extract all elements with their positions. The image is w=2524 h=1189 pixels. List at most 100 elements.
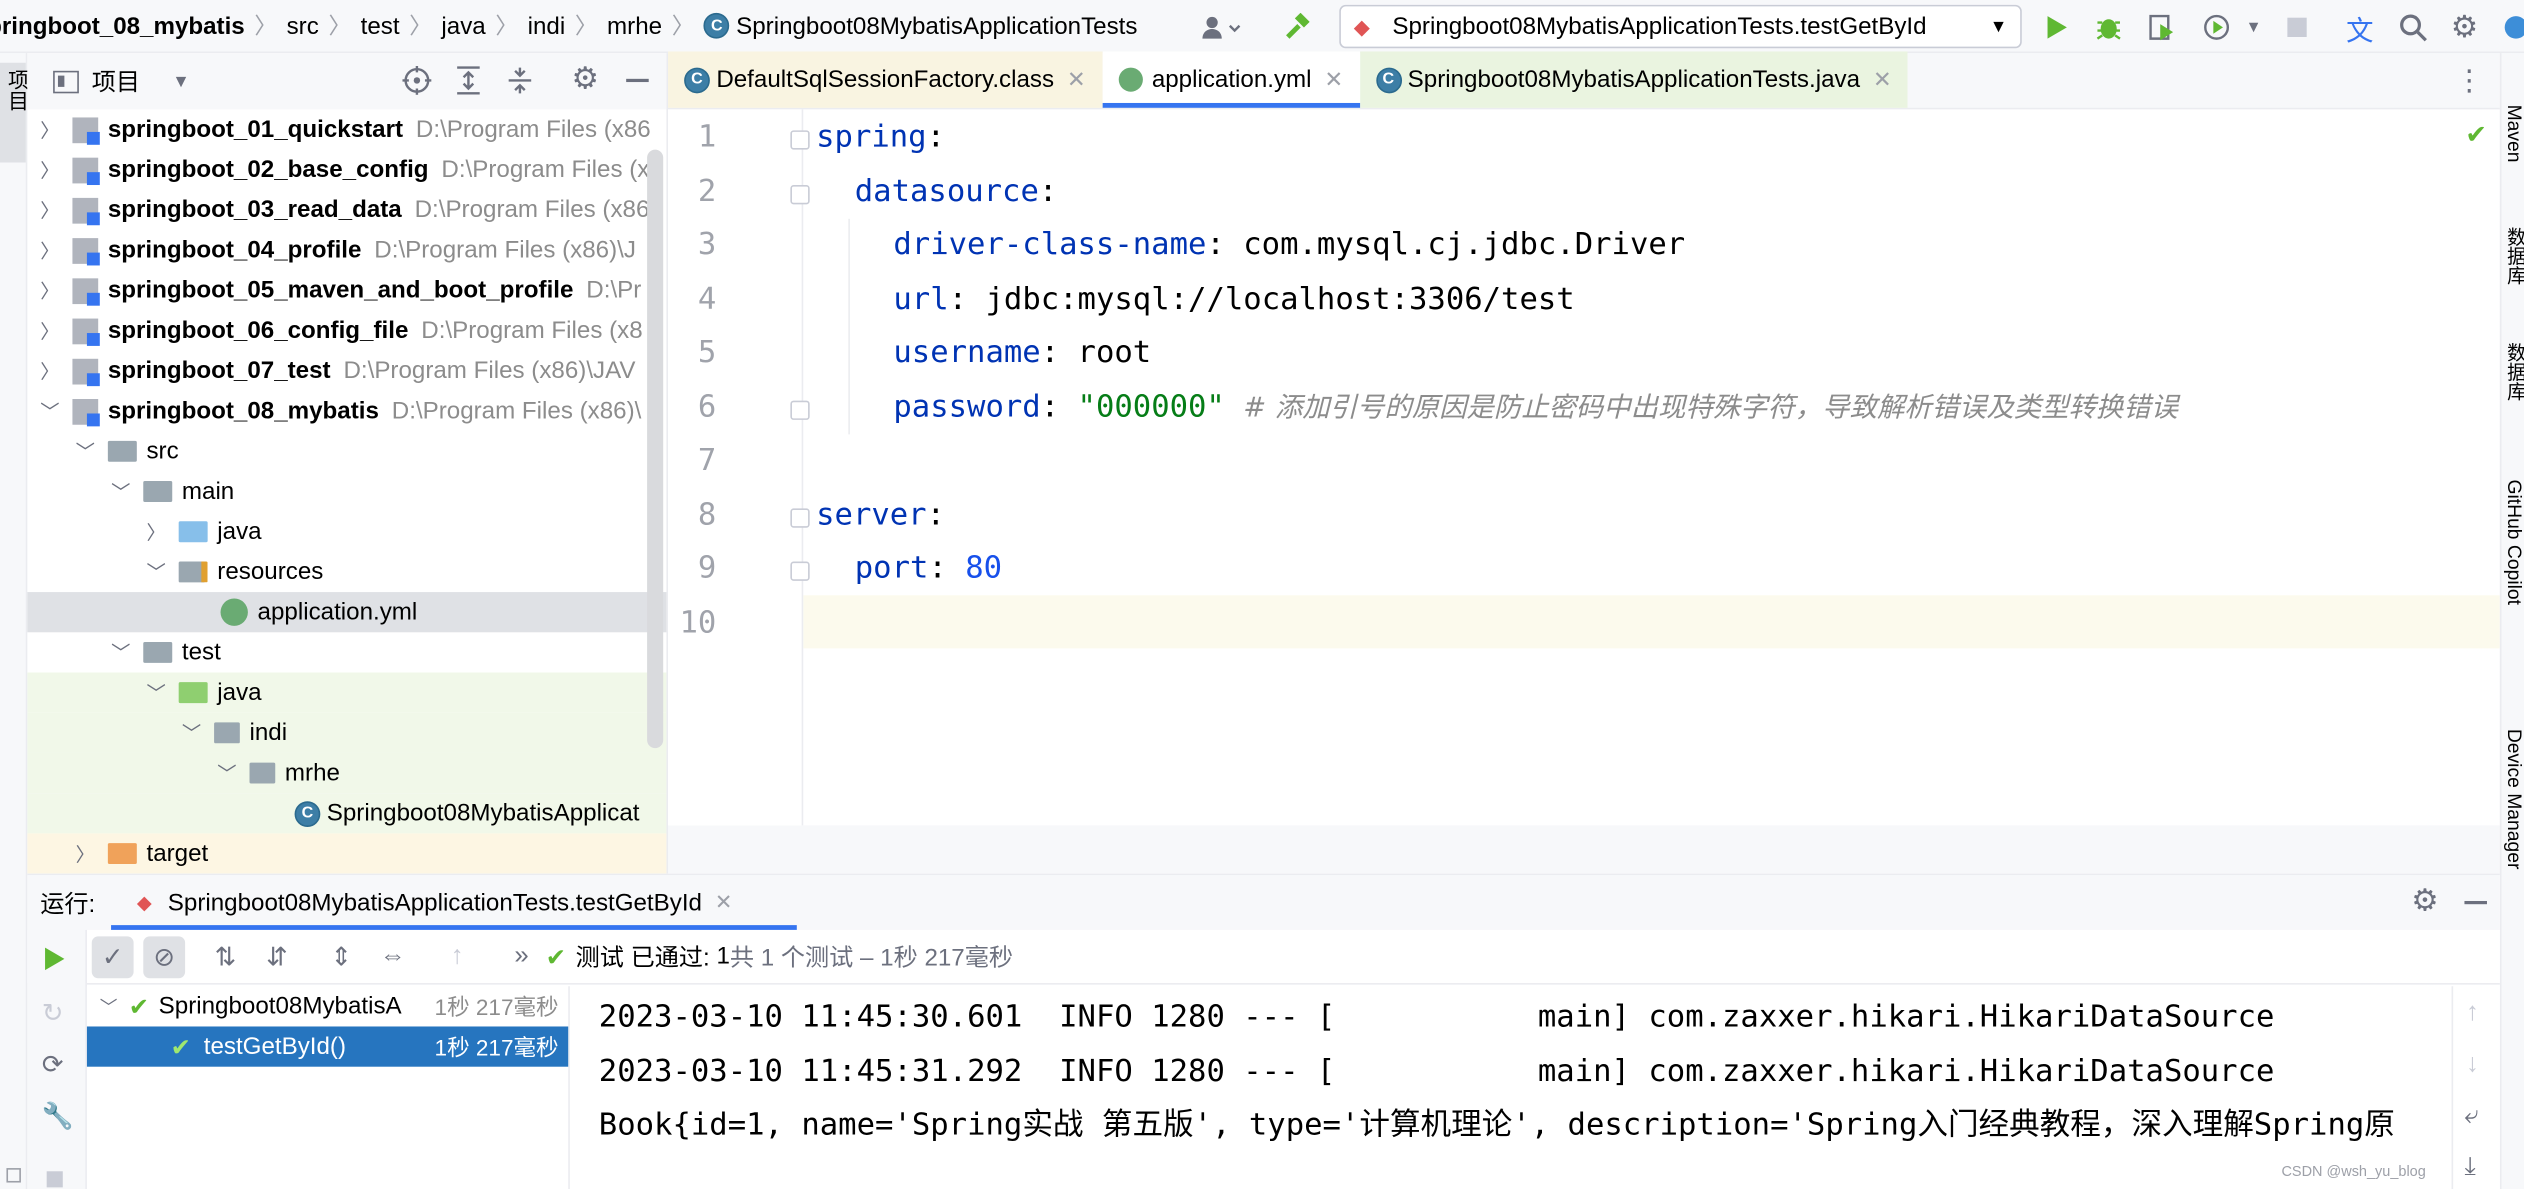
settings-gear-icon[interactable]: ⚙ <box>571 61 598 98</box>
close-icon[interactable]: ✕ <box>1873 66 1892 93</box>
chevron-right-icon[interactable]: 〉 <box>40 116 59 143</box>
run-tab[interactable]: ◆ Springboot08MybatisApplicationTests.te… <box>111 875 797 930</box>
sort-by-duration-icon[interactable]: ⇵ <box>256 936 298 978</box>
tab-application-tests-java[interactable]: C Springboot08MybatisApplicationTests.ja… <box>1359 51 1908 108</box>
coverage-icon[interactable] <box>2146 11 2178 43</box>
close-icon[interactable]: ✕ <box>715 890 733 916</box>
chevron-down-icon[interactable]: ﹀ <box>182 719 201 746</box>
chevron-down-icon[interactable]: ﹀ <box>111 478 130 505</box>
project-panel-title[interactable]: 项目 <box>92 64 140 98</box>
close-icon[interactable]: ✕ <box>1324 66 1343 93</box>
chevron-right-icon[interactable]: 〉 <box>40 357 59 384</box>
tree-module-row[interactable]: 〉 springboot_03_read_data D:\Program Files… <box>27 190 666 230</box>
profiler-icon[interactable] <box>2200 11 2232 43</box>
tree-folder-target[interactable]: 〉 target <box>27 833 667 874</box>
more-tabs-icon[interactable]: ⋮ <box>2455 64 2484 98</box>
scroll-to-end-icon[interactable]: ⤓ <box>2464 1154 2475 1183</box>
tree-module-row[interactable]: 〉 springboot_05_maven_and_boot_profile D:\… <box>27 270 666 310</box>
tool-window-icon[interactable] <box>6 1168 21 1183</box>
tab-application-yml[interactable]: application.yml ✕ <box>1101 51 1360 108</box>
tree-module-row[interactable]: 〉 springboot_04_profile D:\Program Files (… <box>27 230 666 270</box>
chevron-down-icon[interactable]: ﹀ <box>100 993 123 1019</box>
sort-alphabetically-icon[interactable]: ⇅ <box>204 936 246 978</box>
run-configuration-select[interactable]: ◆ Springboot08MybatisApplicationTests.te… <box>1339 4 2022 49</box>
collapse-all-icon[interactable]: ⇔ <box>372 936 414 978</box>
scroll-down-icon[interactable]: ↓ <box>2466 1051 2479 1080</box>
settings-gear-icon[interactable]: ⚙ <box>2411 883 2438 920</box>
tree-folder-test[interactable]: ﹀ test <box>27 632 666 672</box>
rerun-icon[interactable] <box>43 946 66 980</box>
plugin-logo-icon[interactable] <box>2498 11 2524 43</box>
tree-package-indi[interactable]: ﹀ indi <box>27 712 667 753</box>
chevron-down-icon[interactable]: ▼ <box>172 72 190 91</box>
soft-wrap-icon[interactable]: ⤶ <box>2464 1102 2478 1131</box>
wrench-icon[interactable]: 🔧 <box>42 1100 74 1132</box>
debug-icon[interactable] <box>2093 11 2125 43</box>
project-tool-button[interactable]: 项目 <box>0 62 29 163</box>
fold-marker-icon[interactable] <box>790 561 810 581</box>
close-icon[interactable]: ✕ <box>1067 66 1086 93</box>
translate-icon[interactable]: 文 <box>2344 11 2376 46</box>
breadcrumb-src[interactable]: src <box>287 12 319 39</box>
tab-default-sql-session-factory[interactable]: C DefaultSqlSessionFactory.class ✕ <box>668 51 1102 108</box>
database-tool-label[interactable]: 数据库 <box>2503 227 2524 285</box>
hide-panel-icon[interactable] <box>626 78 649 83</box>
hide-panel-icon[interactable] <box>2464 900 2487 905</box>
locate-file-icon[interactable] <box>402 65 432 101</box>
test-suite-row[interactable]: ﹀ ✔ Springboot08MybatisA 1秒 217毫秒 <box>87 986 568 1026</box>
show-ignored-icon[interactable]: ⊘ <box>143 935 186 978</box>
chevron-right-icon[interactable]: 〉 <box>40 156 59 183</box>
run-icon[interactable] <box>2041 11 2073 43</box>
test-case-row[interactable]: ✔ testGetById() 1秒 217毫秒 <box>86 1026 569 1067</box>
tree-folder-main[interactable]: ﹀ main <box>27 471 666 511</box>
tree-package-mrhe[interactable]: ﹀ mrhe <box>27 752 667 794</box>
chevron-down-icon[interactable]: ﹀ <box>111 639 130 666</box>
search-icon[interactable] <box>2397 11 2429 43</box>
device-manager-tool-label[interactable]: Device Manager <box>2503 729 2524 870</box>
copilot-tool-label[interactable]: GitHub Copilot <box>2503 479 2524 605</box>
user-dropdown-icon[interactable] <box>1198 11 1246 43</box>
breadcrumb-java[interactable]: java <box>441 12 485 39</box>
tree-file-test-class[interactable]: C Springboot08MybatisApplicat <box>27 793 667 834</box>
collapse-all-icon[interactable] <box>507 66 533 101</box>
database-tool-label-2[interactable]: 数据库 <box>2503 343 2524 401</box>
chevron-right-icon[interactable]: 〉 <box>40 277 59 304</box>
tree-folder-java-test[interactable]: ﹀ java <box>27 672 667 713</box>
chevron-right-icon[interactable]: 〉 <box>146 518 165 545</box>
toggle-auto-test-icon[interactable]: ⟳ <box>42 1049 64 1081</box>
tree-folder-src[interactable]: ﹀ src <box>27 431 666 471</box>
more-run-options-icon[interactable]: ▼ <box>2237 11 2269 43</box>
tree-folder-resources[interactable]: ﹀ resources <box>27 552 666 592</box>
chevron-down-icon[interactable]: ﹀ <box>217 759 236 786</box>
breadcrumb-mrhe[interactable]: mrhe <box>607 12 662 39</box>
stop-icon[interactable] <box>2281 11 2313 43</box>
breadcrumb-current-class[interactable]: Springboot08MybatisApplicationTests <box>736 12 1137 39</box>
console-output[interactable]: 2023-03-10 11:45:30.601 INFO 1280 --- [ … <box>571 986 2452 1189</box>
fold-marker-icon[interactable] <box>790 185 810 205</box>
settings-gear-icon[interactable]: ⚙ <box>2448 10 2480 44</box>
build-hammer-icon[interactable] <box>1281 11 1313 43</box>
chevron-down-icon[interactable]: ﹀ <box>146 558 165 585</box>
rerun-failed-icon[interactable]: ↻ <box>42 998 64 1030</box>
scroll-up-icon[interactable]: ↑ <box>2466 999 2479 1028</box>
tree-file-application-yml[interactable]: application.yml <box>27 592 667 633</box>
tree-folder-java-main[interactable]: 〉 java <box>27 512 666 552</box>
fold-marker-icon[interactable] <box>790 130 810 150</box>
expand-all-icon[interactable]: ⇕ <box>320 936 362 978</box>
breadcrumb-indi[interactable]: indi <box>528 12 566 39</box>
chevron-right-icon[interactable]: 〉 <box>40 196 59 223</box>
chevron-right-icon[interactable]: 〉 <box>40 237 59 264</box>
tree-module-row[interactable]: 〉 springboot_07_test D:\Program Files (x86… <box>27 351 666 391</box>
previous-failed-icon[interactable]: ↑ <box>436 936 478 978</box>
breadcrumb-test[interactable]: test <box>361 12 400 39</box>
breadcrumb-project[interactable]: pringboot_08_mybatis <box>0 12 245 39</box>
tree-module-row[interactable]: 〉 springboot_02_base_config D:\Program Fil… <box>27 150 666 190</box>
show-passed-icon[interactable]: ✓ <box>91 935 134 978</box>
code-editor[interactable]: 1 2 3 4 5 6 7 8 9 10 spring: datasource:… <box>668 109 2500 826</box>
inspection-ok-check-icon[interactable]: ✔ <box>2465 119 2487 150</box>
chevron-right-icon[interactable]: 〉 <box>76 840 95 867</box>
chevron-down-icon[interactable]: ﹀ <box>146 679 165 706</box>
chevron-down-icon[interactable]: ﹀ <box>40 397 59 424</box>
fold-marker-icon[interactable] <box>790 508 810 528</box>
fold-marker-icon[interactable] <box>790 400 810 420</box>
